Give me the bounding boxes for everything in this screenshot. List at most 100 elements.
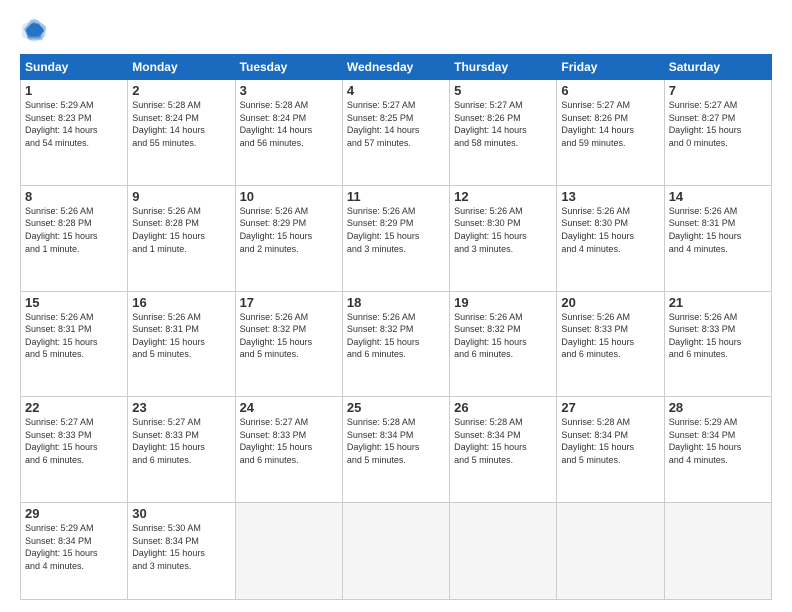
day-number: 5 — [454, 83, 552, 98]
calendar-row-3: 15Sunrise: 5:26 AM Sunset: 8:31 PM Dayli… — [21, 291, 772, 397]
day-info: Sunrise: 5:26 AM Sunset: 8:29 PM Dayligh… — [347, 205, 445, 255]
calendar-cell — [557, 503, 664, 600]
day-number: 17 — [240, 295, 338, 310]
day-number: 19 — [454, 295, 552, 310]
calendar-cell — [450, 503, 557, 600]
calendar-cell: 4Sunrise: 5:27 AM Sunset: 8:25 PM Daylig… — [342, 80, 449, 186]
day-number: 12 — [454, 189, 552, 204]
day-info: Sunrise: 5:26 AM Sunset: 8:28 PM Dayligh… — [132, 205, 230, 255]
calendar-cell: 18Sunrise: 5:26 AM Sunset: 8:32 PM Dayli… — [342, 291, 449, 397]
calendar-cell: 12Sunrise: 5:26 AM Sunset: 8:30 PM Dayli… — [450, 185, 557, 291]
day-number: 15 — [25, 295, 123, 310]
weekday-header-row: SundayMondayTuesdayWednesdayThursdayFrid… — [21, 55, 772, 80]
day-number: 2 — [132, 83, 230, 98]
day-number: 4 — [347, 83, 445, 98]
calendar-cell: 13Sunrise: 5:26 AM Sunset: 8:30 PM Dayli… — [557, 185, 664, 291]
calendar-cell: 11Sunrise: 5:26 AM Sunset: 8:29 PM Dayli… — [342, 185, 449, 291]
day-info: Sunrise: 5:27 AM Sunset: 8:33 PM Dayligh… — [132, 416, 230, 466]
day-number: 24 — [240, 400, 338, 415]
calendar-cell — [235, 503, 342, 600]
calendar-cell: 28Sunrise: 5:29 AM Sunset: 8:34 PM Dayli… — [664, 397, 771, 503]
weekday-header-thursday: Thursday — [450, 55, 557, 80]
day-number: 9 — [132, 189, 230, 204]
calendar-cell: 14Sunrise: 5:26 AM Sunset: 8:31 PM Dayli… — [664, 185, 771, 291]
day-number: 21 — [669, 295, 767, 310]
calendar-cell: 23Sunrise: 5:27 AM Sunset: 8:33 PM Dayli… — [128, 397, 235, 503]
weekday-header-sunday: Sunday — [21, 55, 128, 80]
day-info: Sunrise: 5:27 AM Sunset: 8:26 PM Dayligh… — [561, 99, 659, 149]
day-number: 29 — [25, 506, 123, 521]
day-info: Sunrise: 5:26 AM Sunset: 8:31 PM Dayligh… — [25, 311, 123, 361]
day-number: 10 — [240, 189, 338, 204]
calendar-cell: 25Sunrise: 5:28 AM Sunset: 8:34 PM Dayli… — [342, 397, 449, 503]
day-number: 30 — [132, 506, 230, 521]
calendar-cell: 19Sunrise: 5:26 AM Sunset: 8:32 PM Dayli… — [450, 291, 557, 397]
day-info: Sunrise: 5:28 AM Sunset: 8:34 PM Dayligh… — [454, 416, 552, 466]
day-info: Sunrise: 5:30 AM Sunset: 8:34 PM Dayligh… — [132, 522, 230, 572]
weekday-header-monday: Monday — [128, 55, 235, 80]
day-info: Sunrise: 5:26 AM Sunset: 8:33 PM Dayligh… — [669, 311, 767, 361]
day-info: Sunrise: 5:28 AM Sunset: 8:34 PM Dayligh… — [561, 416, 659, 466]
calendar-body: 1Sunrise: 5:29 AM Sunset: 8:23 PM Daylig… — [21, 80, 772, 600]
calendar-cell: 6Sunrise: 5:27 AM Sunset: 8:26 PM Daylig… — [557, 80, 664, 186]
day-info: Sunrise: 5:26 AM Sunset: 8:32 PM Dayligh… — [347, 311, 445, 361]
day-number: 7 — [669, 83, 767, 98]
logo-icon — [20, 16, 48, 44]
day-info: Sunrise: 5:28 AM Sunset: 8:24 PM Dayligh… — [132, 99, 230, 149]
calendar-cell: 1Sunrise: 5:29 AM Sunset: 8:23 PM Daylig… — [21, 80, 128, 186]
calendar-cell: 8Sunrise: 5:26 AM Sunset: 8:28 PM Daylig… — [21, 185, 128, 291]
calendar-row-5: 29Sunrise: 5:29 AM Sunset: 8:34 PM Dayli… — [21, 503, 772, 600]
day-number: 20 — [561, 295, 659, 310]
day-number: 13 — [561, 189, 659, 204]
calendar-cell: 15Sunrise: 5:26 AM Sunset: 8:31 PM Dayli… — [21, 291, 128, 397]
day-number: 8 — [25, 189, 123, 204]
calendar-cell — [664, 503, 771, 600]
logo — [20, 16, 52, 44]
calendar-cell: 7Sunrise: 5:27 AM Sunset: 8:27 PM Daylig… — [664, 80, 771, 186]
calendar-cell: 3Sunrise: 5:28 AM Sunset: 8:24 PM Daylig… — [235, 80, 342, 186]
day-number: 1 — [25, 83, 123, 98]
day-info: Sunrise: 5:27 AM Sunset: 8:33 PM Dayligh… — [240, 416, 338, 466]
day-info: Sunrise: 5:26 AM Sunset: 8:31 PM Dayligh… — [132, 311, 230, 361]
calendar-cell: 20Sunrise: 5:26 AM Sunset: 8:33 PM Dayli… — [557, 291, 664, 397]
calendar-cell: 29Sunrise: 5:29 AM Sunset: 8:34 PM Dayli… — [21, 503, 128, 600]
day-number: 27 — [561, 400, 659, 415]
calendar-cell: 10Sunrise: 5:26 AM Sunset: 8:29 PM Dayli… — [235, 185, 342, 291]
calendar-row-4: 22Sunrise: 5:27 AM Sunset: 8:33 PM Dayli… — [21, 397, 772, 503]
day-number: 18 — [347, 295, 445, 310]
day-info: Sunrise: 5:27 AM Sunset: 8:26 PM Dayligh… — [454, 99, 552, 149]
calendar-cell: 22Sunrise: 5:27 AM Sunset: 8:33 PM Dayli… — [21, 397, 128, 503]
header — [20, 16, 772, 44]
day-info: Sunrise: 5:28 AM Sunset: 8:34 PM Dayligh… — [347, 416, 445, 466]
calendar-row-2: 8 Sunrise: 5:26 AM Sunset: 8:28 PM Daylig… — [21, 185, 772, 291]
day-number: 25 — [347, 400, 445, 415]
day-info: Sunrise: 5:28 AM Sunset: 8:24 PM Dayligh… — [240, 99, 338, 149]
weekday-header-friday: Friday — [557, 55, 664, 80]
weekday-header-tuesday: Tuesday — [235, 55, 342, 80]
calendar-cell: 17Sunrise: 5:26 AM Sunset: 8:32 PM Dayli… — [235, 291, 342, 397]
calendar: SundayMondayTuesdayWednesdayThursdayFrid… — [20, 54, 772, 600]
calendar-row-1: 1Sunrise: 5:29 AM Sunset: 8:23 PM Daylig… — [21, 80, 772, 186]
day-info: Sunrise: 5:29 AM Sunset: 8:34 PM Dayligh… — [25, 522, 123, 572]
day-info: Sunrise: 5:27 AM Sunset: 8:27 PM Dayligh… — [669, 99, 767, 149]
weekday-header-wednesday: Wednesday — [342, 55, 449, 80]
day-number: 26 — [454, 400, 552, 415]
calendar-cell: 27Sunrise: 5:28 AM Sunset: 8:34 PM Dayli… — [557, 397, 664, 503]
calendar-cell: 24Sunrise: 5:27 AM Sunset: 8:33 PM Dayli… — [235, 397, 342, 503]
calendar-cell: 5Sunrise: 5:27 AM Sunset: 8:26 PM Daylig… — [450, 80, 557, 186]
day-info: Sunrise: 5:29 AM Sunset: 8:23 PM Dayligh… — [25, 99, 123, 149]
day-number: 23 — [132, 400, 230, 415]
day-info: Sunrise: 5:26 AM Sunset: 8:30 PM Dayligh… — [561, 205, 659, 255]
day-info: Sunrise: 5:27 AM Sunset: 8:25 PM Dayligh… — [347, 99, 445, 149]
calendar-cell: 30Sunrise: 5:30 AM Sunset: 8:34 PM Dayli… — [128, 503, 235, 600]
day-info: Sunrise: 5:26 AM Sunset: 8:33 PM Dayligh… — [561, 311, 659, 361]
calendar-cell: 21Sunrise: 5:26 AM Sunset: 8:33 PM Dayli… — [664, 291, 771, 397]
day-info: Sunrise: 5:26 AM Sunset: 8:32 PM Dayligh… — [454, 311, 552, 361]
calendar-cell — [342, 503, 449, 600]
day-number: 6 — [561, 83, 659, 98]
page: SundayMondayTuesdayWednesdayThursdayFrid… — [0, 0, 792, 612]
day-info: Sunrise: 5:27 AM Sunset: 8:33 PM Dayligh… — [25, 416, 123, 466]
calendar-cell: 9Sunrise: 5:26 AM Sunset: 8:28 PM Daylig… — [128, 185, 235, 291]
day-number: 28 — [669, 400, 767, 415]
day-number: 22 — [25, 400, 123, 415]
